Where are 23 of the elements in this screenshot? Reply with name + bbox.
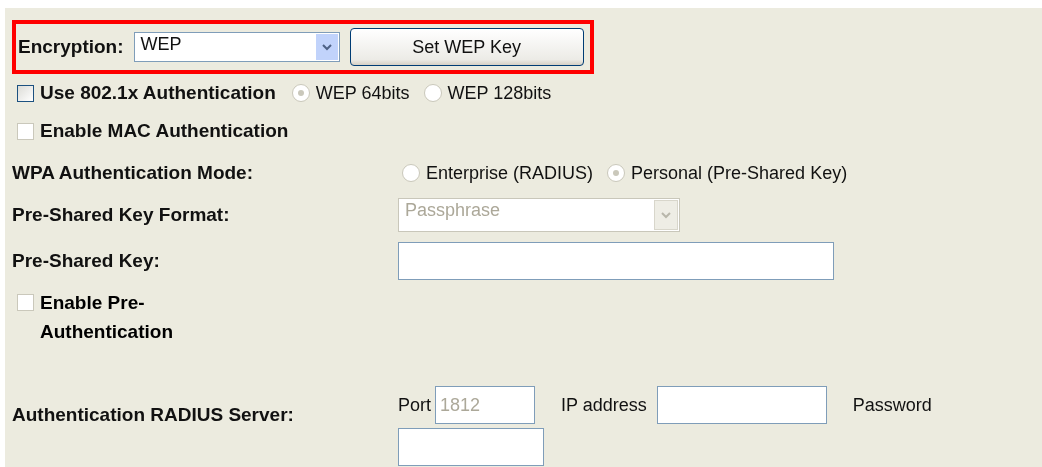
- field-label: IP address: [561, 394, 647, 416]
- radio-label: WEP 128bits: [447, 82, 552, 104]
- input-field[interactable]: [656, 386, 827, 424]
- input-field[interactable]: [398, 428, 544, 466]
- checkbox[interactable]: [17, 84, 34, 102]
- checkbox-label: Enable MAC Authentication: [40, 120, 289, 142]
- chevron-down-icon: [661, 211, 671, 219]
- field-label: Authentication RADIUS Server:: [12, 403, 295, 427]
- field-label: WPA Authentication Mode:: [12, 162, 253, 183]
- radio-label: Enterprise (RADIUS): [426, 162, 594, 184]
- radio-label: Personal (Pre-Shared Key): [631, 162, 848, 184]
- radio-label: WEP 64bits: [315, 82, 410, 104]
- set-wep-key-button[interactable]: Set WEP Key: [349, 28, 584, 66]
- checkbox-label: Enable Pre-Authentication: [40, 291, 174, 344]
- field-label: Port: [398, 394, 431, 416]
- field-label: Pre-Shared Key Format:: [12, 204, 230, 225]
- chevron-down-icon: [321, 43, 332, 51]
- field-label: Pre-Shared Key:: [12, 250, 160, 271]
- field-label: Encryption:: [18, 36, 124, 58]
- encryption-dropdown[interactable]: WEP: [133, 32, 340, 62]
- checkbox-label: Use 802.1x Authentication: [40, 82, 276, 104]
- field-label: Password: [852, 394, 932, 416]
- input-field[interactable]: [398, 242, 834, 280]
